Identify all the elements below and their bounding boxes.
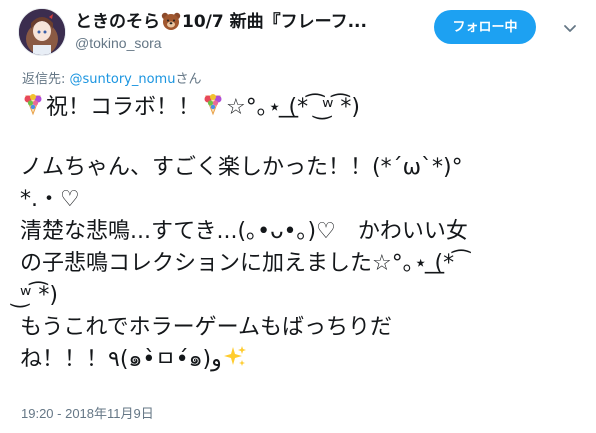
tweet-line-1: 祝！コラボ！！ ☆°｡⋆ ͟(* ͡ ͜ʷ ͡*) — [20, 92, 568, 124]
reply-handle-link[interactable]: @suntory_nomu — [70, 72, 176, 87]
display-name-text: ときのそら — [75, 12, 160, 32]
chevron-down-icon[interactable] — [562, 20, 578, 36]
name-block: ときのそら 10/7 新曲『フレーフ... @tokino_sora — [75, 11, 367, 53]
reply-context: 返信先: @suntory_nomuさん — [22, 68, 201, 87]
display-name-suffix: 10/7 新曲『フレーフ... — [182, 12, 367, 32]
reply-prefix: 返信先: — [22, 72, 70, 87]
tweet-text: 祝！コラボ！！ ☆°｡⋆ ͟(* ͡ ͜ʷ ͡*) ノムちゃん、すごく楽しかった！… — [20, 92, 568, 376]
bear-face-icon — [161, 12, 181, 30]
tweet-line-1-a: 祝！コラボ！！ — [46, 95, 201, 120]
bouquet-emoji-icon — [24, 94, 42, 116]
tweet-line-8: ね！！！٩(๑•̀ㅁ•́๑)و — [20, 344, 568, 376]
bouquet-emoji-icon — [204, 94, 222, 116]
tweet-line-2: ノムちゃん、すごく楽しかった！！(*´ω`*)° — [20, 155, 463, 180]
reply-suffix: さん — [175, 72, 202, 87]
avatar-image — [19, 9, 65, 55]
follow-button[interactable]: フォロー中 — [434, 10, 536, 44]
tweet-line-5: の子悲鳴コレクションに加えました☆°｡⋆ ͟(* ͡ — [20, 251, 462, 276]
username[interactable]: @tokino_sora — [75, 33, 367, 53]
tweet-line-1-b: ☆°｡⋆ ͟(* ͡ ͜ʷ ͡*) — [226, 95, 360, 120]
tweet-timestamp[interactable]: 19:20 - 2018年11月9日 — [21, 403, 154, 422]
tweet-line-8-text: ね！！！٩(๑•̀ㅁ•́๑)و — [20, 347, 222, 372]
display-name[interactable]: ときのそら 10/7 新曲『フレーフ... — [75, 11, 367, 33]
sparkles-emoji-icon — [223, 346, 246, 366]
tweet-line-4: 清楚な悲鳴...すてき...(｡•ᴗ•｡)♡ かわいい女 — [20, 219, 468, 244]
tweet-card: ときのそら 10/7 新曲『フレーフ... @tokino_sora フォロー中 … — [0, 0, 596, 433]
tweet-line-7: もうこれでホラーゲームもばっちりだ — [20, 315, 393, 340]
tweet-line-6: ͜ʷ ͡*) — [20, 283, 58, 308]
tweet-line-3: *.・♡ — [20, 187, 80, 212]
avatar[interactable] — [18, 8, 66, 56]
tweet-header: ときのそら 10/7 新曲『フレーフ... @tokino_sora フォロー中 — [18, 8, 582, 56]
